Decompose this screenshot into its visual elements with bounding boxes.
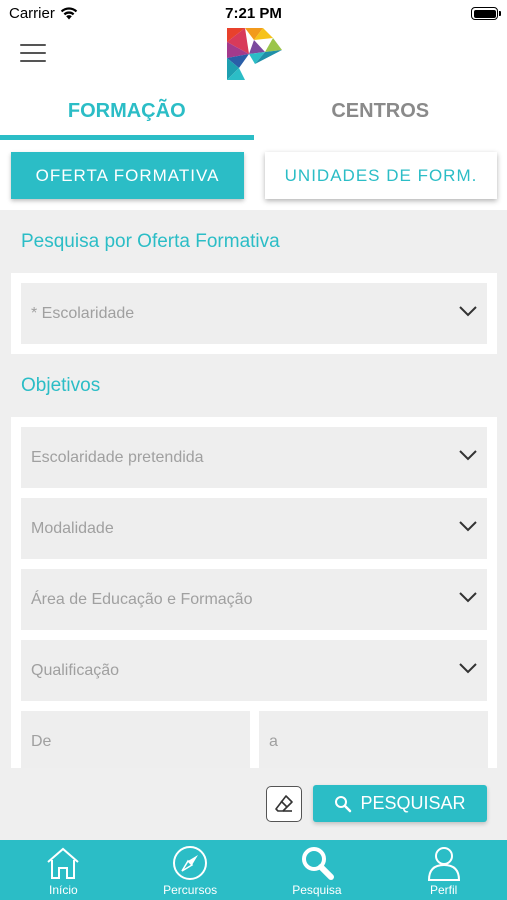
qualificacao-placeholder: Qualificação — [31, 661, 120, 679]
nav-percursos[interactable]: Percursos — [127, 840, 254, 900]
escolaridade-card: * Escolaridade — [11, 273, 497, 354]
search-button-label: PESQUISAR — [360, 793, 466, 813]
escolaridade-placeholder: * Escolaridade — [31, 304, 135, 322]
tab-formacao[interactable]: FORMAÇÃO — [0, 84, 254, 142]
chevron-down-icon — [459, 592, 477, 603]
eraser-icon — [275, 795, 293, 812]
action-bar: PESQUISAR — [0, 768, 507, 840]
nav-perfil[interactable]: Perfil — [380, 840, 507, 900]
search-button[interactable]: PESQUISAR — [313, 785, 487, 822]
battery-icon — [471, 7, 501, 20]
unidades-de-formacao-button[interactable]: UNIDADES DE FORM. — [265, 152, 497, 199]
qualificacao-select[interactable]: Qualificação — [21, 640, 487, 701]
to-field[interactable]: a — [259, 711, 488, 768]
user-icon — [427, 847, 460, 881]
search-icon — [301, 847, 334, 880]
compass-icon — [173, 846, 208, 880]
sub-tab-bar: OFERTA FORMATIVA UNIDADES DE FORM. — [0, 142, 507, 210]
clear-button[interactable] — [266, 786, 302, 822]
escolaridade-pretendida-placeholder: Escolaridade pretendida — [31, 448, 204, 466]
hamburger-menu-icon[interactable] — [20, 44, 46, 64]
search-icon — [335, 795, 352, 812]
top-tabs: FORMAÇÃO CENTROS — [0, 84, 507, 142]
to-placeholder: a — [269, 732, 278, 750]
nav-inicio-label: Início — [49, 883, 78, 897]
tab-centros[interactable]: CENTROS — [254, 84, 507, 142]
area-educacao-formacao-select[interactable]: Área de Educação e Formação — [21, 569, 487, 630]
bottom-nav: Início Percursos Pesquisa Perfil — [0, 840, 507, 900]
objetivos-card: Escolaridade pretendida Modalidade Área … — [11, 417, 497, 768]
from-field[interactable]: De — [21, 711, 250, 768]
nav-perfil-label: Perfil — [429, 883, 458, 897]
chevron-down-icon — [459, 521, 477, 532]
modalidade-placeholder: Modalidade — [31, 519, 114, 537]
chevron-down-icon — [459, 450, 477, 461]
escolaridade-pretendida-select[interactable]: Escolaridade pretendida — [21, 427, 487, 488]
home-icon — [47, 847, 80, 879]
clock: 7:21 PM — [225, 5, 282, 22]
escolaridade-select[interactable]: * Escolaridade — [21, 283, 487, 344]
chevron-down-icon — [459, 306, 477, 317]
from-placeholder: De — [31, 732, 52, 750]
oferta-formativa-button[interactable]: OFERTA FORMATIVA — [11, 152, 244, 199]
app-header — [0, 28, 507, 84]
area-educacao-formacao-placeholder: Área de Educação e Formação — [31, 590, 253, 608]
nav-pesquisa[interactable]: Pesquisa — [254, 840, 381, 900]
search-form[interactable]: Pesquisa por Oferta Formativa * Escolari… — [0, 210, 507, 768]
app-screen: Carrier 7:21 PM FORMAÇÃO CENTROS OFERTA … — [0, 0, 507, 900]
search-section-title: Pesquisa por Oferta Formativa — [21, 231, 280, 252]
nav-pesquisa-label: Pesquisa — [292, 883, 342, 897]
nav-percursos-label: Percursos — [163, 883, 218, 897]
app-logo — [227, 28, 282, 80]
objetivos-section-title: Objetivos — [21, 375, 101, 396]
modalidade-select[interactable]: Modalidade — [21, 498, 487, 559]
chevron-down-icon — [459, 663, 477, 674]
nav-inicio[interactable]: Início — [0, 840, 127, 900]
status-bar: Carrier 7:21 PM — [0, 0, 507, 28]
